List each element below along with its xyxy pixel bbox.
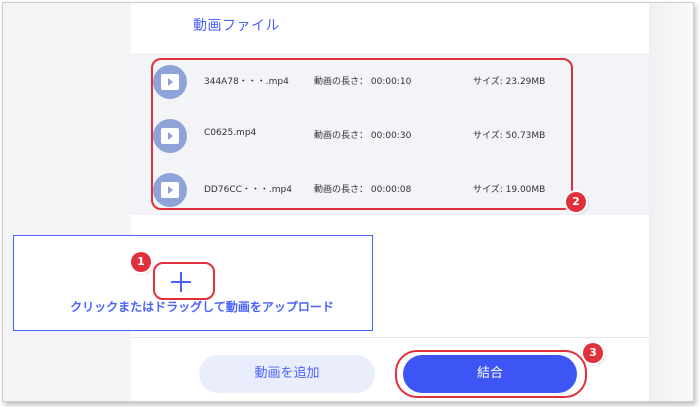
upload-instruction: クリックまたはドラッグして動画をアップロード (70, 300, 334, 314)
annotation-badge-3: 3 (583, 343, 603, 363)
annotation-badge-1: 1 (131, 252, 151, 272)
annotation-badge-2: 2 (566, 192, 586, 212)
add-video-button[interactable]: 動画を追加 (199, 355, 375, 393)
file-list-highlight (151, 58, 573, 210)
merge-highlight (395, 350, 587, 398)
panel-title: 動画ファイル (193, 18, 280, 34)
plus-highlight (153, 262, 215, 300)
app-window: 動画ファイル 344A78・・・.mp4 動画の長さ： 00:00:10 サイズ… (2, 2, 694, 402)
right-background (649, 3, 693, 401)
footer-divider (131, 337, 649, 338)
left-background (3, 3, 131, 401)
